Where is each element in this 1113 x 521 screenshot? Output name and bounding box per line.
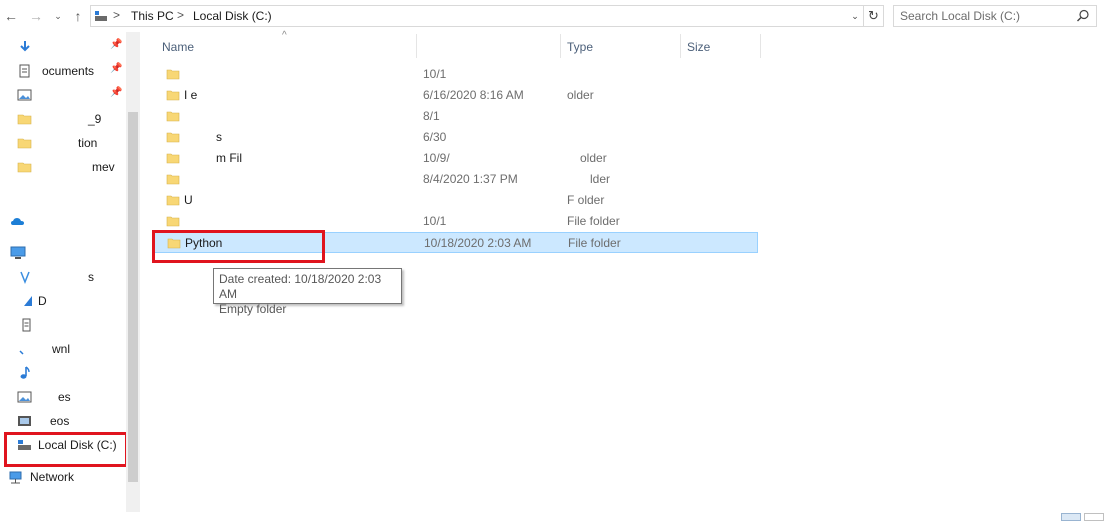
column-separator[interactable] xyxy=(680,34,681,58)
breadcrumb-separator: > xyxy=(113,8,121,22)
pin-icon: 📌 xyxy=(110,63,123,74)
address-dropdown-button[interactable]: ⌄ xyxy=(848,9,862,23)
nav-item-this-pc[interactable] xyxy=(0,242,124,264)
arrow-up-icon: ↑ xyxy=(74,8,82,24)
forward-button[interactable]: → xyxy=(27,6,45,26)
nav-item-folder-2[interactable]: tion xyxy=(0,132,124,154)
folder-icon xyxy=(166,90,180,101)
tooltip-date-created: Date created: 10/18/2020 2:03 AM xyxy=(219,272,382,301)
column-header-name[interactable]: Name xyxy=(162,40,194,54)
address-row: ← → ⌄ ↑ > This PC > Local Disk (C:) ⌄ ↻ xyxy=(0,0,1113,32)
folder-icon xyxy=(166,111,180,122)
document-icon xyxy=(19,64,30,78)
arrow-left-icon: ← xyxy=(4,8,18,24)
nav-item-quick-documents[interactable]: ocuments 📌 xyxy=(0,60,124,82)
search-input[interactable] xyxy=(900,9,1070,23)
address-bar[interactable]: > This PC > Local Disk (C:) ⌄ xyxy=(90,5,864,27)
downloads-icon xyxy=(19,350,24,355)
nav-item-quick-downloads[interactable]: 📌 xyxy=(0,36,124,58)
nav-item-desktop[interactable]: D xyxy=(0,290,124,312)
chevron-down-icon: ⌄ xyxy=(54,11,62,21)
file-row[interactable]: I e 6/16/2020 8:16 AM older xyxy=(154,85,758,106)
nav-item-folder-3[interactable]: mev xyxy=(0,156,124,178)
folder-icon xyxy=(166,195,180,206)
file-row[interactable]: s 6/30 xyxy=(154,127,758,148)
nav-item-folder-1[interactable]: _9 xyxy=(0,108,124,130)
network-icon xyxy=(9,471,22,484)
nav-item-3d-objects[interactable]: s xyxy=(0,266,124,288)
nav-item-downloads[interactable]: wnl xyxy=(0,338,124,360)
highlight-box-local-disk xyxy=(4,432,128,467)
arrow-right-icon: → xyxy=(29,8,43,24)
folder-icon xyxy=(17,114,32,125)
column-header-type[interactable]: Type xyxy=(567,40,593,54)
nav-item-network[interactable]: Network xyxy=(0,466,124,488)
music-note-icon xyxy=(20,366,30,379)
nav-item-pictures[interactable]: es xyxy=(0,386,124,408)
search-box[interactable] xyxy=(893,5,1097,27)
picture-icon xyxy=(17,89,32,101)
status-bar xyxy=(0,512,1113,521)
nav-pane-scrollbar-thumb[interactable] xyxy=(128,112,138,482)
folder-icon xyxy=(166,216,180,227)
folder-tooltip: Date created: 10/18/2020 2:03 AM Empty f… xyxy=(213,268,402,316)
up-button[interactable]: ↑ xyxy=(69,6,87,26)
file-row[interactable]: 10/1 xyxy=(154,64,758,85)
nav-item-documents[interactable] xyxy=(0,314,124,336)
breadcrumb-local-disk[interactable]: Local Disk (C:) xyxy=(193,9,272,23)
folder-icon xyxy=(166,69,180,80)
details-view-button[interactable] xyxy=(1061,513,1081,521)
file-row[interactable]: 8/1 xyxy=(154,106,758,127)
column-separator[interactable] xyxy=(760,34,761,58)
refresh-icon: ↻ xyxy=(868,8,879,23)
search-icon xyxy=(1077,9,1089,22)
content-scrollbar[interactable] xyxy=(1096,32,1113,521)
drive-icon xyxy=(95,11,107,21)
onedrive-cloud-icon xyxy=(11,218,24,225)
file-row[interactable]: U F older xyxy=(154,190,758,211)
nav-item-onedrive[interactable] xyxy=(0,210,124,232)
chevron-down-icon: ⌄ xyxy=(851,11,859,21)
file-row[interactable]: 10/1 File folder xyxy=(154,211,758,232)
file-row[interactable]: 8/4/2020 1:37 PM lder xyxy=(154,169,758,190)
pin-icon: 📌 xyxy=(110,87,123,98)
nav-item-videos[interactable]: eos xyxy=(0,410,124,432)
download-arrow-icon xyxy=(20,41,30,52)
nav-item-music[interactable] xyxy=(0,362,124,384)
folder-icon xyxy=(166,174,180,185)
navigation-pane: 📌 ocuments 📌 📌 _9 tion mev s D wnl es eo… xyxy=(0,32,140,521)
folder-icon xyxy=(17,162,32,173)
folder-icon xyxy=(17,138,32,149)
sort-ascending-icon: ^ xyxy=(282,30,287,41)
highlight-box-python xyxy=(152,230,325,263)
column-separator[interactable] xyxy=(560,34,561,58)
desktop-icon xyxy=(24,296,32,306)
pin-icon: 📌 xyxy=(110,39,123,50)
computer-icon xyxy=(10,246,26,259)
tooltip-folder-status: Empty folder xyxy=(219,302,287,316)
nav-pane-scrollbar[interactable] xyxy=(126,32,140,521)
folder-icon xyxy=(166,153,180,164)
column-separator[interactable] xyxy=(416,34,417,58)
recent-locations-button[interactable]: ⌄ xyxy=(49,6,67,26)
3d-objects-icon xyxy=(20,271,30,284)
large-icons-view-button[interactable] xyxy=(1084,513,1104,521)
back-button[interactable]: ← xyxy=(2,6,20,26)
pictures-icon xyxy=(17,391,32,403)
breadcrumb-separator: > xyxy=(177,8,185,22)
file-row[interactable]: m Fil 10/9/ older xyxy=(154,148,758,169)
nav-item-quick-pictures[interactable]: 📌 xyxy=(0,84,124,106)
breadcrumb-this-pc[interactable]: This PC xyxy=(131,9,174,23)
refresh-button[interactable]: ↻ xyxy=(864,5,884,27)
videos-icon xyxy=(18,416,31,426)
documents-icon xyxy=(22,318,31,332)
folder-icon xyxy=(166,132,180,143)
column-header-size[interactable]: Size xyxy=(687,40,710,54)
